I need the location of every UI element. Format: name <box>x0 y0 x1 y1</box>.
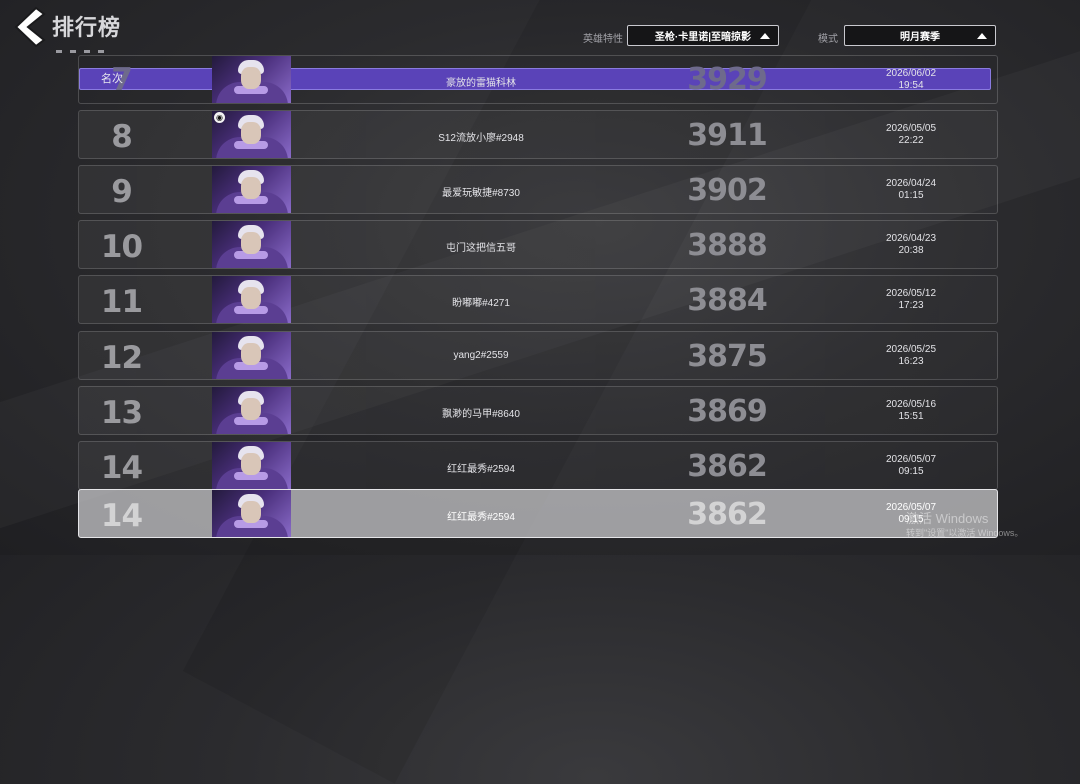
leaderboard-row[interactable]: 11 盼嘟嘟#4271 3884 2026/05/12 17:23 <box>78 275 998 324</box>
player-name: yang2#2559 <box>453 350 509 361</box>
rank-number: 12 <box>100 340 143 376</box>
player-name: 屯门这把信五哥 <box>446 243 516 254</box>
hero-avatar: ◉ <box>212 111 291 158</box>
player-score: 3902 <box>687 173 768 208</box>
player-score: 3929 <box>687 62 768 97</box>
rank-number: 9 <box>111 174 133 210</box>
mode-dropdown-value: 明月赛季 <box>900 32 940 43</box>
record-date-time: 22:22 <box>898 135 924 146</box>
player-score: 3884 <box>687 283 768 318</box>
hero-avatar <box>212 442 291 489</box>
record-date-time: 19:54 <box>898 80 924 91</box>
rank-number: 14 <box>100 450 143 486</box>
player-score: 3869 <box>687 394 768 429</box>
record-date: 2026/05/07 09:15 <box>831 454 991 478</box>
hero-avatar <box>212 166 291 213</box>
player-score: 3862 <box>687 497 768 532</box>
caret-up-icon <box>760 33 770 39</box>
leaderboard-row[interactable]: 7 名次 豪放的雷猫科林 3929 2026/06/02 19:54 <box>78 55 998 104</box>
record-date: 2026/04/24 01:15 <box>831 178 991 202</box>
player-name: 红红最秀#2594 <box>447 512 515 523</box>
back-button[interactable] <box>12 6 48 48</box>
record-date-time: 15:51 <box>898 411 924 422</box>
hero-dropdown[interactable]: 圣枪·卡里诺|至暗掠影 <box>627 25 779 46</box>
player-name: S12流放小廖#2948 <box>438 133 524 144</box>
record-date-day: 2026/04/23 <box>885 233 937 244</box>
player-name: 最爱玩敏捷#8730 <box>442 188 520 199</box>
record-date: 2026/05/05 22:22 <box>831 123 991 147</box>
rank-number: 8 <box>111 119 133 155</box>
leaderboard-row[interactable]: 12 yang2#2559 3875 2026/05/25 16:23 <box>78 331 998 380</box>
record-date: 2026/05/25 16:23 <box>831 344 991 368</box>
rank-number: 11 <box>100 284 143 320</box>
record-date-day: 2026/05/12 <box>885 288 937 299</box>
record-date-day: 2026/05/05 <box>885 123 937 134</box>
leaderboard-row[interactable]: 14 红红最秀#2594 3862 2026/05/07 09:15 <box>78 441 998 490</box>
mode-dropdown[interactable]: 明月赛季 <box>844 25 996 46</box>
record-date-day: 2026/06/02 <box>885 68 937 79</box>
record-date-day: 2026/05/07 <box>885 454 937 465</box>
record-date-time: 09:15 <box>898 466 924 477</box>
player-score: 3888 <box>687 228 768 263</box>
hero-dropdown-value: 圣枪·卡里诺|至暗掠影 <box>654 32 752 43</box>
record-date-time: 16:23 <box>898 356 924 367</box>
title-decoration <box>56 40 120 53</box>
hero-filter-label: 英雄特性 <box>583 34 623 45</box>
record-date-day: 2026/05/25 <box>885 344 937 355</box>
record-date-time: 01:15 <box>898 190 924 201</box>
hero-avatar <box>212 276 291 323</box>
player-name: 盼嘟嘟#4271 <box>452 298 510 309</box>
windows-activation-watermark: 激活 Windows <box>906 511 989 526</box>
player-name: 飘渺的马甲#8640 <box>442 409 520 420</box>
rank-number: 13 <box>100 395 143 431</box>
hero-avatar <box>212 56 291 103</box>
player-name: 豪放的雷猫科林 <box>446 78 516 89</box>
player-score: 3911 <box>687 118 768 153</box>
hero-avatar <box>212 221 291 268</box>
windows-activation-hint: 转到"设置"以激活 Windows。 <box>906 528 1024 538</box>
page-title: 排行榜 <box>52 15 122 40</box>
record-date-time: 20:38 <box>898 245 924 256</box>
hero-avatar <box>212 387 291 434</box>
record-date: 2026/05/16 15:51 <box>831 399 991 423</box>
hero-avatar <box>212 490 291 537</box>
record-date-time: 17:23 <box>898 300 924 311</box>
record-date: 2026/06/02 19:54 <box>831 68 991 92</box>
record-date: 2026/05/12 17:23 <box>831 288 991 312</box>
leaderboard-row[interactable]: 10 屯门这把信五哥 3888 2026/04/23 20:38 <box>78 220 998 269</box>
leaderboard-row[interactable]: 13 飘渺的马甲#8640 3869 2026/05/16 15:51 <box>78 386 998 435</box>
my-rank-row[interactable]: 14 红红最秀#2594 3862 2026/05/07 09:15 <box>78 489 998 538</box>
player-score: 3862 <box>687 449 768 484</box>
rank-number: 14 <box>100 498 143 534</box>
leaderboard-row[interactable]: 9 最爱玩敏捷#8730 3902 2026/04/24 01:15 <box>78 165 998 214</box>
rank-number: 10 <box>100 229 143 265</box>
record-date: 2026/04/23 20:38 <box>831 233 991 257</box>
eye-icon[interactable]: ◉ <box>214 112 225 123</box>
leaderboard-row[interactable]: 8 ◉ S12流放小廖#2948 3911 2026/05/05 22:22 <box>78 110 998 159</box>
player-name: 红红最秀#2594 <box>447 464 515 475</box>
hero-avatar <box>212 332 291 379</box>
player-score: 3875 <box>687 339 768 374</box>
record-date-day: 2026/04/24 <box>885 178 937 189</box>
mode-filter-label: 模式 <box>818 34 838 45</box>
record-date-day: 2026/05/16 <box>885 399 937 410</box>
caret-up-icon <box>977 33 987 39</box>
rank-column-header: 名次 <box>101 73 123 85</box>
chevron-left-icon[interactable] <box>12 6 48 48</box>
